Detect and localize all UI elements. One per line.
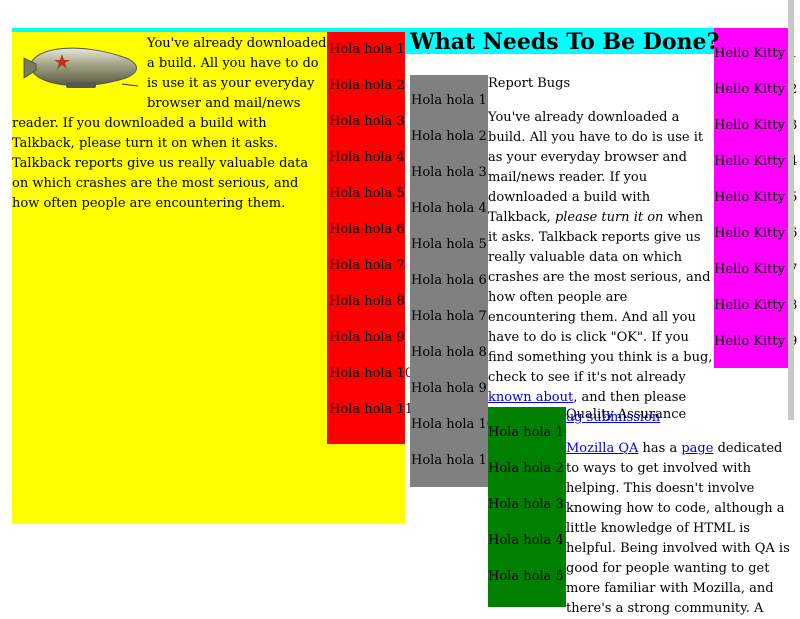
gray-list-item: Hola hola 6 <box>411 273 487 288</box>
mozilla-qa-link[interactable]: Mozilla QA <box>566 441 638 456</box>
gray-list-item: Hola hola 10 <box>411 417 495 432</box>
red-list: Hola hola 1 Hola hola 2 Hola hola 3 Hola ho… <box>327 32 413 444</box>
page-title: What Needs To Be Done? <box>410 29 720 55</box>
gray-list-item: Hola hola 9 <box>411 381 487 396</box>
gray-list-item: Hola hola 8 <box>411 345 487 360</box>
green-list-item: Hola hola 5 <box>488 569 564 584</box>
gray-list: Hola hola 1 Hola hola 2 Hola hola 3 Hola ho… <box>410 75 495 487</box>
gray-list-item: Hola hola 5 <box>411 237 487 252</box>
gray-list-item: Hola hola 3 <box>411 165 487 180</box>
magenta-list-item: Hello Kitty 3 <box>714 118 798 133</box>
intro-panel: Hola hola 1 Hola hola 2 Hola hola 3 Hola ho… <box>12 32 413 524</box>
gray-list-item: Hola hola 7 <box>411 309 487 324</box>
red-list-item: Hola hola 1 <box>329 42 405 57</box>
gray-list-item: Hola hola 11 <box>411 453 495 468</box>
magenta-list-item: Hello Kitty 5 <box>714 190 798 205</box>
magenta-list: Hello Kitty 1 Hello Kitty 2 Hello Kitty 3 H… <box>714 28 798 368</box>
red-list-item: Hola hola 3 <box>329 114 405 129</box>
report-bugs-section: Report Bugs You've already downloaded a … <box>488 74 714 448</box>
magenta-list-item: Hello Kitty 6 <box>714 226 798 241</box>
red-list-item: Hola hola 11 <box>329 402 413 417</box>
magenta-list-item: Hello Kitty 8 <box>714 298 798 313</box>
report-bugs-text: You've already downloaded a build. All y… <box>488 108 714 448</box>
red-list-item: Hola hola 7 <box>329 258 405 273</box>
known-about-link[interactable]: known about <box>488 390 573 405</box>
report-bugs-heading: Report Bugs <box>488 76 571 91</box>
gray-list-item: Hola hola 1 <box>411 93 487 108</box>
emphasis-text: please turn it on <box>554 210 664 225</box>
magenta-list-item: Hello Kitty 1 <box>714 46 798 61</box>
page-link[interactable]: page <box>681 441 713 456</box>
green-list-item: Hola hola 3 <box>488 497 564 512</box>
magenta-list-item: Hello Kitty 2 <box>714 82 798 97</box>
red-list-item: Hola hola 4 <box>329 150 405 165</box>
scrollbar[interactable] <box>788 0 794 420</box>
qa-section: Quality Assurance Mozilla QA has a page … <box>566 405 796 619</box>
zeppelin-image <box>23 47 139 88</box>
red-list-item: Hola hola 5 <box>329 186 405 201</box>
red-list-item: Hola hola 10 <box>329 366 413 381</box>
qa-heading: Quality Assurance <box>566 407 687 422</box>
green-list: Hola hola 1 Hola hola 2 Hola hola 3 Hola ho… <box>488 407 566 607</box>
gray-list-item: Hola hola 4 <box>411 201 487 216</box>
magenta-list-item: Hello Kitty 7 <box>714 262 798 277</box>
green-list-item: Hola hola 4 <box>488 533 564 548</box>
green-list-item: Hola hola 1 <box>488 425 564 440</box>
magenta-list-item: Hello Kitty 4 <box>714 154 798 169</box>
green-list-item: Hola hola 2 <box>488 461 564 476</box>
red-list-item: Hola hola 8 <box>329 294 405 309</box>
red-list-item: Hola hola 9 <box>329 330 405 345</box>
qa-text: Mozilla QA has a page dedicated to ways … <box>566 441 790 616</box>
gray-list-item: Hola hola 2 <box>411 129 487 144</box>
red-list-item: Hola hola 6 <box>329 222 405 237</box>
red-list-item: Hola hola 2 <box>329 78 405 93</box>
magenta-list-item: Hello Kitty 9 <box>714 334 798 349</box>
